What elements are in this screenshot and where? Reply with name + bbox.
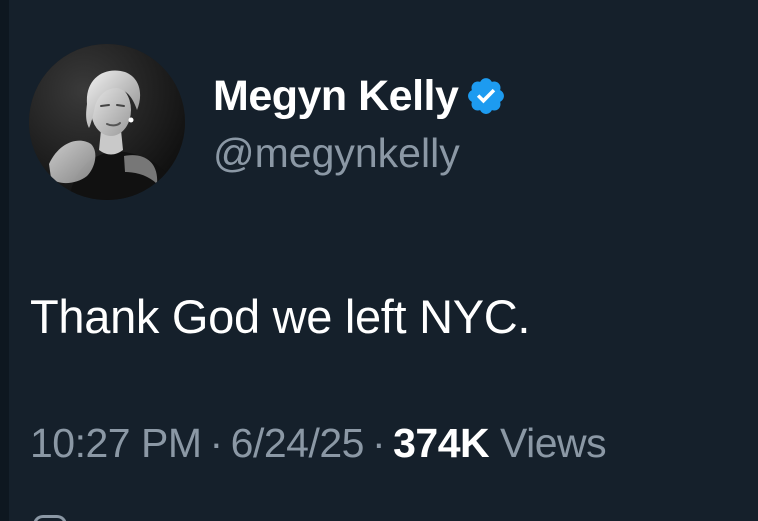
verified-badge-icon[interactable] (465, 75, 507, 117)
author-name-row: Megyn Kelly (213, 70, 507, 122)
tweet-meta-row: 10:27 PM · 6/24/25 · 374K Views (30, 413, 607, 473)
views-label: Views (500, 420, 607, 466)
tweet-date[interactable]: 6/24/25 (231, 420, 365, 466)
avatar-photo (29, 44, 185, 200)
author-handle[interactable]: @megynkelly (213, 127, 460, 179)
left-edge-border (0, 0, 9, 521)
meta-separator: · (209, 420, 224, 466)
views-count[interactable]: 374K (393, 420, 490, 466)
action-icon-peek (33, 515, 67, 521)
tweet-time[interactable]: 10:27 PM (30, 420, 202, 466)
tweet-text: Thank God we left NYC. (30, 290, 531, 343)
author-display-name[interactable]: Megyn Kelly (213, 70, 459, 122)
meta-separator: · (371, 420, 386, 466)
avatar[interactable] (29, 44, 185, 200)
